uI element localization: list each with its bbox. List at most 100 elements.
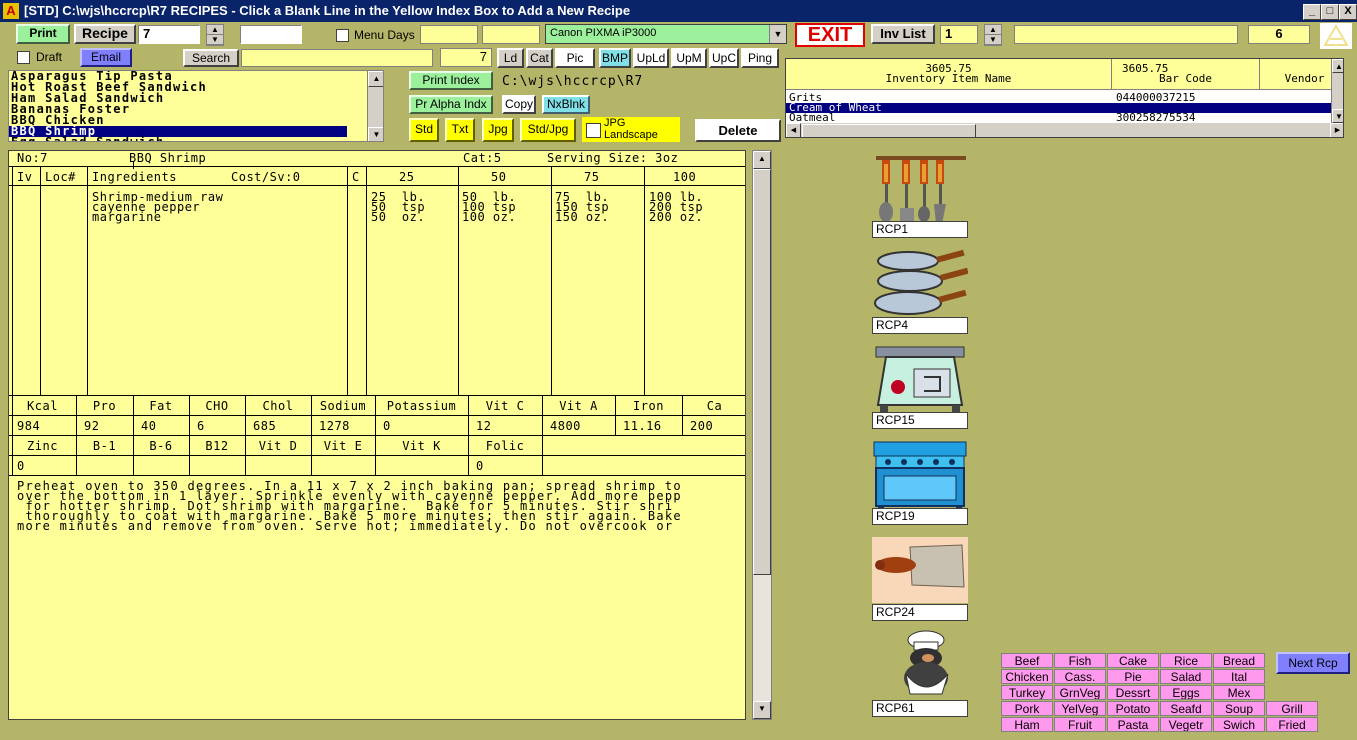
category-button-fish[interactable]: Fish bbox=[1054, 653, 1106, 668]
ingredient-name[interactable]: margarine bbox=[92, 211, 162, 223]
jpg-landscape-option[interactable]: JPG Landscape bbox=[582, 117, 680, 142]
category-button-mex[interactable]: Mex bbox=[1213, 685, 1265, 700]
category-button-pie[interactable]: Pie bbox=[1107, 669, 1159, 684]
sheet-scrollbar[interactable]: ▲ ▼ bbox=[752, 150, 772, 720]
recipe-sheet[interactable]: No:7 BBQ Shrimp Cat:5 Serving Size: 3oz … bbox=[8, 150, 746, 720]
up-arrow-icon[interactable]: ▲ bbox=[985, 25, 1001, 35]
picture-label-rcp24[interactable]: RCP24 bbox=[872, 604, 968, 621]
exit-button[interactable]: EXIT bbox=[795, 23, 865, 47]
inv-list-number-field[interactable]: 1 bbox=[940, 25, 978, 44]
right-number-field[interactable]: 6 bbox=[1248, 25, 1310, 44]
jpg-button[interactable]: Jpg bbox=[482, 118, 514, 142]
scroll-left-icon[interactable]: ◀ bbox=[786, 123, 801, 137]
category-button-ital[interactable]: Ital bbox=[1213, 669, 1265, 684]
recipe-list-item[interactable]: Egg Salad Sandwich bbox=[9, 136, 367, 141]
ping-button[interactable]: Ping bbox=[741, 48, 779, 68]
category-button-pork[interactable]: Pork bbox=[1001, 701, 1053, 716]
maximize-button[interactable]: □ bbox=[1321, 4, 1339, 20]
scroll-down-icon[interactable]: ▼ bbox=[368, 127, 383, 141]
nutrient-value[interactable]: 0 bbox=[17, 460, 25, 472]
inventory-vscroll[interactable]: ▲ ▼ bbox=[1331, 59, 1343, 123]
nutrient-value[interactable]: 92 bbox=[84, 420, 99, 432]
category-button-salad[interactable]: Salad bbox=[1160, 669, 1212, 684]
category-button-vegetr[interactable]: Vegetr bbox=[1160, 717, 1212, 732]
category-button-eggs[interactable]: Eggs bbox=[1160, 685, 1212, 700]
picture-label-rcp4[interactable]: RCP4 bbox=[872, 317, 968, 334]
upc-button[interactable]: UpC bbox=[709, 48, 739, 68]
inventory-search-field[interactable] bbox=[1014, 25, 1238, 44]
email-button[interactable]: Email bbox=[80, 48, 132, 67]
picture-label-rcp19[interactable]: RCP19 bbox=[872, 508, 968, 525]
nutrient-value[interactable]: 200 bbox=[690, 420, 713, 432]
picture-label-rcp61[interactable]: RCP61 bbox=[872, 700, 968, 717]
ingredient-quantity[interactable]: 50 oz. bbox=[371, 211, 425, 223]
recipe-button[interactable]: Recipe bbox=[74, 24, 136, 44]
scroll-up-icon[interactable]: ▲ bbox=[368, 71, 383, 87]
std-button[interactable]: Std bbox=[409, 118, 439, 142]
scroll-right-icon[interactable]: ▶ bbox=[1330, 123, 1343, 137]
scroll-up-icon[interactable]: ▲ bbox=[1332, 59, 1343, 73]
nutrient-value[interactable]: 4800 bbox=[550, 420, 581, 432]
category-button-swich[interactable]: Swich bbox=[1213, 717, 1265, 732]
draft-checkbox[interactable] bbox=[17, 51, 30, 64]
down-arrow-icon[interactable]: ▼ bbox=[207, 35, 223, 45]
stove-icon[interactable] bbox=[872, 440, 968, 515]
nutrient-value[interactable]: 1278 bbox=[319, 420, 350, 432]
txt-button[interactable]: Txt bbox=[445, 118, 475, 142]
copy-button[interactable]: Copy bbox=[502, 95, 536, 114]
close-button[interactable]: X bbox=[1339, 4, 1357, 20]
recipe-number-field[interactable]: 7 bbox=[138, 25, 200, 44]
category-button-seafd[interactable]: Seafd bbox=[1160, 701, 1212, 716]
category-button-fruit[interactable]: Fruit bbox=[1054, 717, 1106, 732]
delete-button[interactable]: Delete bbox=[695, 119, 781, 142]
category-button-bread[interactable]: Bread bbox=[1213, 653, 1265, 668]
chef-icon[interactable] bbox=[872, 630, 968, 698]
scroll-track[interactable] bbox=[753, 575, 771, 703]
chevron-down-icon[interactable]: ▼ bbox=[769, 25, 786, 43]
nutrient-value[interactable]: 0 bbox=[476, 460, 484, 472]
category-button-dessrt[interactable]: Dessrt bbox=[1107, 685, 1159, 700]
minimize-button[interactable]: _ bbox=[1303, 4, 1321, 20]
inventory-grid[interactable]: 3605.75 Inventory Item Name 3605.75 Bar … bbox=[785, 58, 1344, 138]
bar-code-header[interactable]: 3605.75 Bar Code bbox=[1112, 59, 1260, 90]
inventory-name-header[interactable]: 3605.75 Inventory Item Name bbox=[786, 59, 1112, 90]
utensils-icon[interactable] bbox=[872, 152, 968, 227]
scroll-down-icon[interactable]: ▼ bbox=[753, 701, 771, 719]
blank-field[interactable] bbox=[240, 25, 302, 44]
category-button-fried[interactable]: Fried bbox=[1266, 717, 1318, 732]
inventory-row[interactable]: Oatmeal 300258275534 bbox=[786, 112, 1331, 123]
category-button-pasta[interactable]: Pasta bbox=[1107, 717, 1159, 732]
recipe-number-spinner[interactable]: ▲ ▼ bbox=[206, 24, 224, 46]
cat-button[interactable]: Cat bbox=[526, 48, 553, 68]
category-button-cake[interactable]: Cake bbox=[1107, 653, 1159, 668]
next-recipe-button[interactable]: Next Rcp bbox=[1276, 652, 1350, 674]
nutrient-value[interactable]: 0 bbox=[383, 420, 391, 432]
picture-label-rcp15[interactable]: RCP15 bbox=[872, 412, 968, 429]
category-button-cass[interactable]: Cass. bbox=[1054, 669, 1106, 684]
category-button-grnveg[interactable]: GrnVeg bbox=[1054, 685, 1106, 700]
inv-list-button[interactable]: Inv List bbox=[871, 24, 935, 44]
print-button[interactable]: Print bbox=[16, 24, 70, 44]
recipe-index-list[interactable]: Asparagus Tip Pasta Hot Roast Beef Sandwi… bbox=[8, 70, 384, 142]
print-index-button[interactable]: Print Index bbox=[409, 71, 493, 90]
category-button-rice[interactable]: Rice bbox=[1160, 653, 1212, 668]
inv-list-spinner[interactable]: ▲ ▼ bbox=[984, 24, 1002, 46]
menu-days-field-1[interactable] bbox=[420, 25, 478, 44]
nutrient-value[interactable]: 984 bbox=[17, 420, 40, 432]
down-arrow-icon[interactable]: ▼ bbox=[985, 35, 1001, 45]
nutrient-value[interactable]: 12 bbox=[476, 420, 491, 432]
search-button[interactable]: Search bbox=[183, 49, 239, 67]
up-arrow-icon[interactable]: ▲ bbox=[207, 25, 223, 35]
category-button-potato[interactable]: Potato bbox=[1107, 701, 1159, 716]
nutrient-value[interactable]: 6 bbox=[197, 420, 205, 432]
frying-pans-icon[interactable] bbox=[872, 247, 969, 322]
nxblnk-button[interactable]: NxBlnk bbox=[542, 95, 590, 114]
inventory-hscroll[interactable]: ◀ ▶ bbox=[786, 123, 1343, 137]
pr-alpha-index-button[interactable]: Pr Alpha Indx bbox=[409, 95, 493, 114]
upm-button[interactable]: UpM bbox=[671, 48, 707, 68]
menu-days-checkbox[interactable] bbox=[336, 29, 349, 42]
bmp-button[interactable]: BMP bbox=[599, 48, 631, 68]
nutrient-value[interactable]: 40 bbox=[141, 420, 156, 432]
category-button-ham[interactable]: Ham bbox=[1001, 717, 1053, 732]
nutrient-value[interactable]: 11.16 bbox=[623, 420, 662, 432]
